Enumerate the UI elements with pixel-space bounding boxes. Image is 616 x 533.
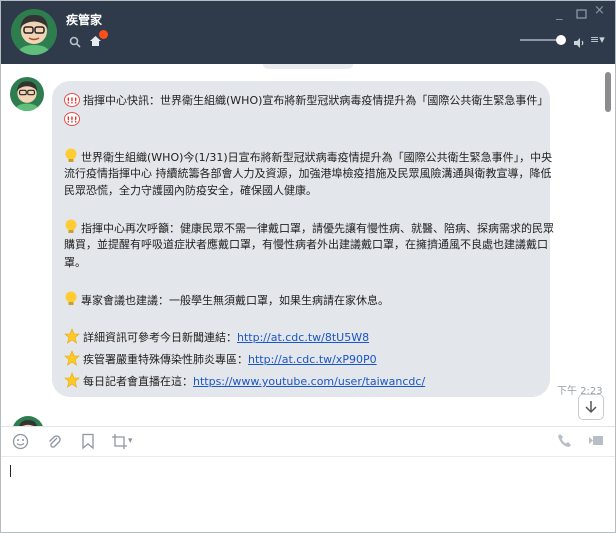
scrollbar[interactable] (605, 72, 611, 112)
bulb-icon (64, 148, 78, 168)
avatar[interactable] (12, 416, 44, 426)
attachment-icon[interactable] (46, 433, 62, 454)
composer-toolbar: ▾ (0, 426, 616, 456)
paragraph-text: 指揮中心再次呼籲：健康民眾不需一律戴口罩，請優先讓有慢性病、就醫、陪病、探病需求… (81, 222, 554, 235)
paragraph-line: 專家會議也建議：一般學生無須戴口罩，如果生病請在家休息。 (64, 291, 389, 311)
paragraph-line: 世界衛生組織(WHO)今(1/31)日宣布將新型冠狀病毒疫情提升為「國際公共衛生… (64, 148, 552, 168)
alert-icon: !!! (64, 112, 80, 130)
paragraph-line: 流行疫情指揮中心 持續統籌各部會人力及資源，加強港埠檢疫措施及民眾風險溝通與衛教… (64, 167, 552, 180)
search-icon[interactable] (69, 33, 81, 52)
history-strip (263, 64, 353, 69)
star-icon (64, 328, 80, 348)
svg-text:!!!: !!! (67, 97, 78, 106)
avatar[interactable] (10, 77, 44, 111)
livestream-link[interactable]: https://www.youtube.com/user/taiwancdc/ (193, 375, 425, 388)
link-label: 每日記者會直播在這： (83, 375, 193, 388)
paragraph-text: 專家會議也建議：一般學生無須戴口罩，如果生病請在家休息。 (81, 294, 389, 307)
link-row: 詳細資訊可參考今日新聞連結：http://at.cdc.tw/8tU5W8 (64, 328, 369, 348)
svg-text:!!!: !!! (67, 116, 78, 125)
menu-icon[interactable]: ≡▾ (590, 33, 605, 46)
window-title: 疾管家 (66, 13, 103, 27)
link-label: 疾管署嚴重特殊傳染性肺炎專區： (83, 353, 248, 366)
alert-icon: !!! (64, 93, 80, 111)
link-label: 詳細資訊可參考今日新聞連結： (83, 331, 237, 344)
text-caret (10, 465, 11, 477)
crop-icon[interactable] (111, 433, 128, 454)
disease-zone-link[interactable]: http://at.cdc.tw/xP90P0 (248, 353, 377, 366)
minimize-button[interactable]: _ (556, 6, 563, 21)
paragraph-text: 世界衛生組織(WHO)今(1/31)日宣布將新型冠狀病毒疫情提升為「國際公共衛生… (81, 151, 553, 164)
video-icon[interactable] (588, 433, 606, 452)
emoji-icon[interactable] (12, 433, 29, 454)
scroll-down-icon (585, 401, 597, 414)
message-input[interactable] (1, 456, 615, 532)
message-headline-row: !!! 指揮中心快訊：世界衛生組織(WHO)宣布將新型冠狀病毒疫情提升為「國際公共… (64, 93, 548, 111)
bulb-icon (64, 291, 78, 311)
volume-slider-knob[interactable] (556, 35, 566, 45)
star-icon (64, 350, 80, 370)
link-row: 疾管署嚴重特殊傳染性肺炎專區：http://at.cdc.tw/xP90P0 (64, 350, 377, 370)
close-button[interactable]: × (594, 3, 605, 18)
link-row: 每日記者會直播在這：https://www.youtube.com/user/t… (64, 372, 425, 392)
crop-dropdown-arrow[interactable]: ▾ (128, 436, 133, 446)
notification-badge (99, 30, 108, 39)
message-bubble[interactable]: !!! 指揮中心快訊：世界衛生組織(WHO)宣布將新型冠狀病毒疫情提升為「國際公共… (52, 81, 554, 397)
paragraph-line: 購買，並提醒有呼吸道症狀者應戴口罩，有慢性病者外出建議戴口罩，在擁擠通風不良處也… (64, 238, 548, 251)
message-headline: 指揮中心快訊：世界衛生組織(WHO)宣布將新型冠狀病毒疫情提升為「國際公共衛生緊… (83, 94, 549, 107)
news-link[interactable]: http://at.cdc.tw/8tU5W8 (237, 331, 369, 344)
speaker-icon[interactable] (573, 34, 585, 53)
maximize-button[interactable] (576, 4, 587, 23)
paragraph-line: 指揮中心再次呼籲：健康民眾不需一律戴口罩，請優先讓有慢性病、就醫、陪病、探病需求… (64, 219, 554, 239)
chat-area: !!! 指揮中心快訊：世界衛生組織(WHO)宣布將新型冠狀病毒疫情提升為「國際公共… (0, 64, 616, 426)
title-bar: 疾管家 _ × ≡▾ (0, 0, 616, 64)
message-alert-row: !!! (64, 112, 83, 130)
bulb-icon (64, 219, 78, 239)
star-icon (64, 372, 80, 392)
bookmark-icon[interactable] (81, 433, 95, 454)
paragraph-line: 民眾恐慌，全力守護國內防疫安全，確保國人健康。 (64, 184, 317, 197)
phone-icon[interactable] (557, 433, 572, 452)
scroll-down-button[interactable] (578, 394, 604, 420)
paragraph-line: 罩。 (64, 256, 86, 269)
avatar[interactable] (11, 9, 57, 55)
